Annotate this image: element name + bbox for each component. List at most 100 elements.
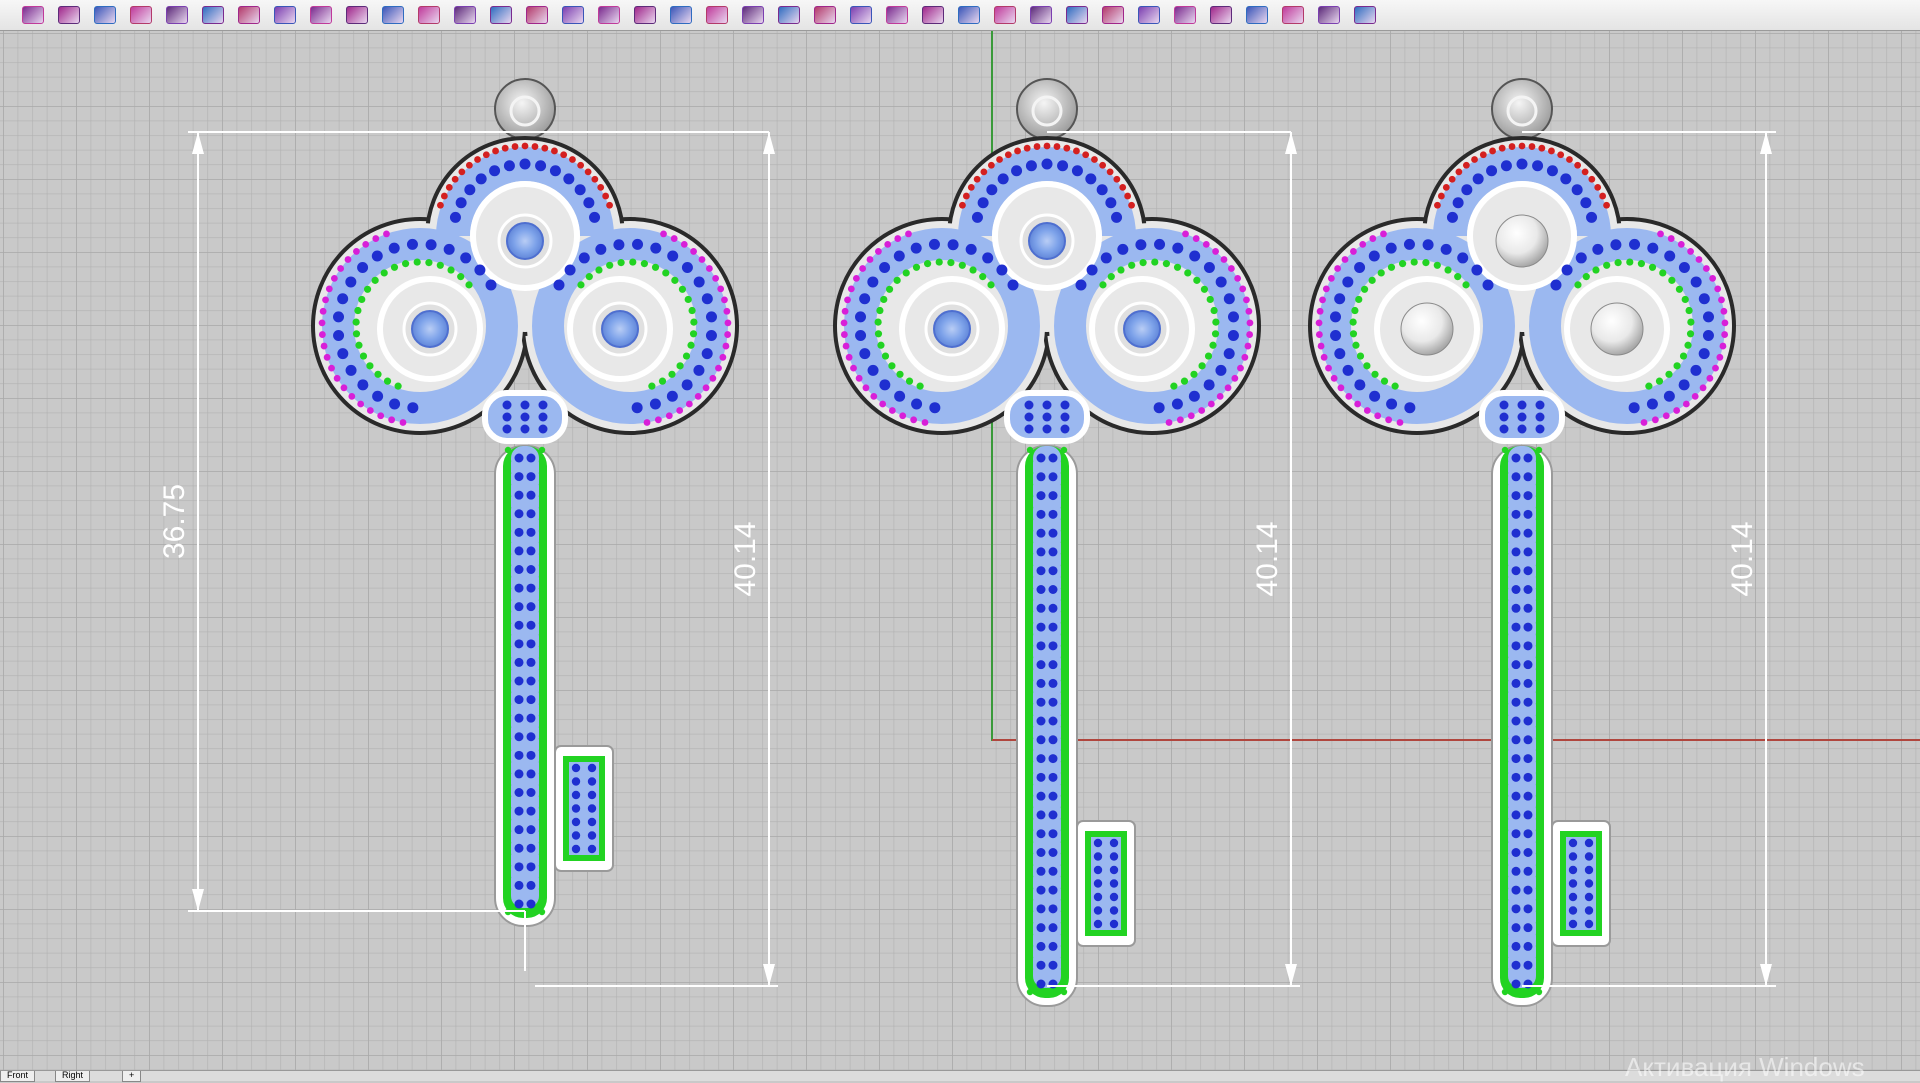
blue-bead <box>1048 566 1058 576</box>
box-icon[interactable] <box>236 3 260 25</box>
green-bead <box>1060 688 1068 696</box>
curve-icon[interactable] <box>200 3 224 25</box>
red-bead <box>1119 183 1127 191</box>
tab-front[interactable]: Front <box>0 1071 36 1082</box>
blue-bead <box>1523 772 1533 782</box>
select-icon[interactable] <box>92 3 116 25</box>
blue-bead <box>1584 852 1594 861</box>
red-bead <box>1599 192 1607 200</box>
blue-bead <box>1511 848 1521 857</box>
blue-bead <box>681 379 693 391</box>
layout-icon[interactable] <box>488 3 512 25</box>
settings-icon[interactable] <box>1352 3 1376 25</box>
magenta-bead <box>1721 331 1729 338</box>
sphere-icon[interactable] <box>1100 3 1124 25</box>
green-bead <box>538 862 546 869</box>
blend-icon[interactable] <box>704 3 728 25</box>
cube-icon[interactable] <box>344 3 368 25</box>
arrow-icon[interactable] <box>380 3 404 25</box>
pave-icon[interactable] <box>812 3 836 25</box>
blue-bead <box>526 565 536 574</box>
green-bead <box>1026 515 1034 523</box>
rail-icon[interactable] <box>848 3 872 25</box>
chain-icon[interactable] <box>740 3 764 25</box>
magenta-bead <box>1237 364 1244 372</box>
grid-icon[interactable] <box>164 3 188 25</box>
render-icon[interactable] <box>992 3 1016 25</box>
flow-icon[interactable] <box>1136 3 1160 25</box>
green-bead <box>1648 263 1657 271</box>
green-bead <box>504 747 512 754</box>
red-bead <box>465 161 473 169</box>
blue-bead <box>1511 678 1521 688</box>
green-bead <box>1535 458 1543 465</box>
green-bead <box>1501 919 1509 927</box>
green-bead <box>682 352 691 360</box>
green-bead <box>1026 815 1034 823</box>
magenta-bead <box>1396 419 1404 426</box>
gem-icon[interactable] <box>776 3 800 25</box>
green-bead <box>504 793 512 800</box>
green-bead <box>1026 873 1034 880</box>
point-icon[interactable] <box>920 3 944 25</box>
material-icon[interactable] <box>1316 3 1340 25</box>
fillet-icon[interactable] <box>560 3 584 25</box>
bend-icon[interactable] <box>884 3 908 25</box>
red-bead <box>1581 168 1589 176</box>
extrude-icon[interactable] <box>272 3 296 25</box>
undo-icon[interactable] <box>20 3 44 25</box>
stack-icon[interactable] <box>1172 3 1196 25</box>
magenta-bead <box>862 384 870 392</box>
cage-icon[interactable] <box>1280 3 1304 25</box>
green-bead <box>1060 896 1068 903</box>
solid-icon[interactable] <box>308 3 332 25</box>
surface-icon[interactable] <box>128 3 152 25</box>
green-bead <box>457 273 465 281</box>
tab-right[interactable]: Right <box>55 1071 91 1082</box>
green-bead <box>538 527 546 535</box>
sweep-icon[interactable] <box>632 3 656 25</box>
mesh-icon[interactable] <box>416 3 440 25</box>
array-icon[interactable] <box>524 3 548 25</box>
green-bead <box>504 885 512 893</box>
text-icon[interactable] <box>1208 3 1232 25</box>
green-bead <box>1387 263 1396 271</box>
panel-icon[interactable] <box>452 3 476 25</box>
green-bead <box>538 469 546 477</box>
tab-add[interactable]: + <box>122 1071 142 1082</box>
green-bead <box>1535 515 1543 523</box>
green-bead <box>987 281 995 289</box>
blue-bead <box>526 657 536 667</box>
blue-bead <box>1586 211 1598 223</box>
green-bead <box>447 266 455 274</box>
blue-bead <box>1048 866 1058 876</box>
green-bead <box>1060 677 1068 684</box>
blue-bead <box>1354 261 1366 273</box>
viewport-perspective[interactable]: 36.75 40.14 40.14 40.14 <box>0 31 1920 1070</box>
green-bead <box>1060 539 1068 546</box>
blue-bead <box>1036 866 1046 876</box>
blue-bead <box>1227 330 1239 342</box>
green-bead <box>538 585 546 592</box>
layers-icon[interactable] <box>1244 3 1268 25</box>
light-icon[interactable] <box>1028 3 1052 25</box>
blue-bead <box>520 400 530 410</box>
loft-icon[interactable] <box>596 3 620 25</box>
blue-bead <box>1042 424 1052 434</box>
blue-bead <box>910 242 922 254</box>
lasso-icon[interactable] <box>56 3 80 25</box>
blue-bead <box>1060 400 1070 410</box>
blue-bead <box>1523 960 1533 970</box>
blue-bead <box>1227 311 1239 323</box>
star-icon[interactable] <box>1064 3 1088 25</box>
blue-bead <box>460 252 472 264</box>
magenta-bead <box>840 319 848 327</box>
green-bead <box>538 516 546 523</box>
green-bead <box>425 259 433 267</box>
dimension-icon[interactable] <box>956 3 980 25</box>
revolve-icon[interactable] <box>668 3 692 25</box>
green-bead <box>504 862 512 869</box>
blue-bead <box>1036 641 1046 651</box>
green-bead <box>1026 908 1034 915</box>
red-bead <box>1489 147 1496 155</box>
